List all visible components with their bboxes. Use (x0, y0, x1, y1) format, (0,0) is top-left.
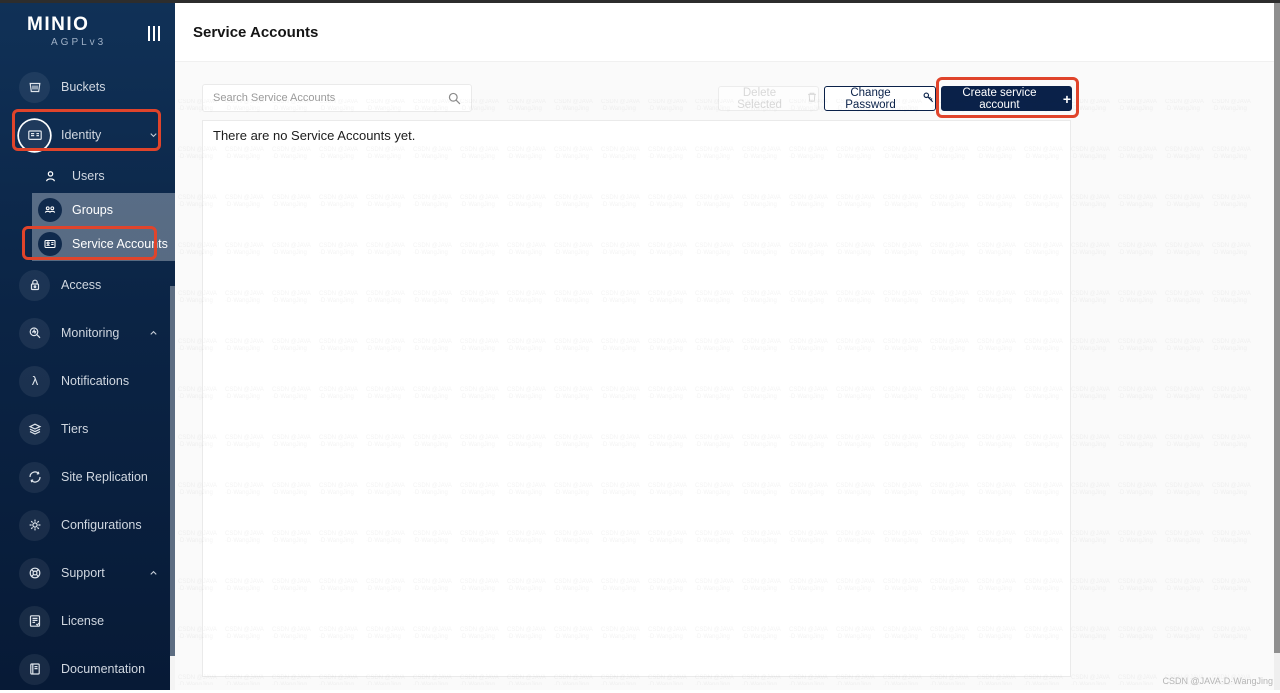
chevron-up-icon (148, 328, 159, 339)
sidebar-scrollbar-thumb[interactable] (170, 286, 175, 656)
sidebar-item-support[interactable]: Support (0, 549, 175, 597)
sidebar-item-tiers[interactable]: Tiers (0, 405, 175, 453)
sidebar-item-buckets[interactable]: Buckets (0, 63, 175, 111)
sidebar-item-label: Groups (72, 203, 113, 217)
sidebar-item-groups[interactable]: Groups (0, 193, 175, 227)
sidebar-nav: Buckets Identity Users Groups Service Ac… (0, 63, 175, 693)
tiers-layers-icon (19, 413, 50, 445)
license-certificate-icon (19, 605, 50, 637)
access-lock-icon (19, 269, 50, 301)
service-account-badge-icon (38, 232, 62, 256)
chevron-down-icon (148, 130, 159, 141)
sidebar-item-label: Tiers (61, 422, 89, 436)
search-input[interactable] (203, 85, 433, 111)
search-box (202, 84, 472, 112)
search-icon (447, 91, 462, 111)
page-scrollbar-track[interactable] (1274, 3, 1280, 690)
sidebar-item-label: Site Replication (61, 470, 148, 484)
sidebar-item-users[interactable]: Users (0, 159, 175, 193)
replication-arrows-icon (19, 461, 50, 493)
plus-icon: + (1062, 90, 1071, 107)
sidebar-item-label: Access (61, 278, 102, 292)
change-password-label: Change Password (845, 86, 896, 111)
page-scrollbar-thumb[interactable] (1274, 3, 1280, 653)
sidebar-item-identity[interactable]: Identity (0, 111, 175, 159)
collapse-menu-icon[interactable] (147, 26, 160, 41)
sidebar-item-label: License (61, 614, 105, 628)
sidebar-item-site-replication[interactable]: Site Replication (0, 453, 175, 501)
key-icon (922, 91, 935, 107)
sidebar-item-monitoring[interactable]: Monitoring (0, 309, 175, 357)
sidebar-scrollbar-track (170, 656, 175, 690)
sidebar-item-label: Identity (61, 128, 102, 142)
groups-icon (38, 198, 62, 222)
watermark-text: CSDN @JAVA·D·WangJing (1162, 676, 1274, 686)
sidebar: MINIO AGPLv3 Buckets Identity Users Grou… (0, 3, 175, 690)
sidebar-item-license[interactable]: License (0, 597, 175, 645)
sidebar-item-label: Users (72, 169, 105, 183)
identity-card-icon (19, 119, 50, 151)
sidebar-item-label: Service Accounts (72, 237, 168, 251)
empty-state-message: There are no Service Accounts yet. (213, 128, 416, 143)
create-service-account-label: Create service account (962, 86, 1037, 111)
chevron-up-icon (148, 568, 159, 579)
sidebar-item-notifications[interactable]: λ Notifications (0, 357, 175, 405)
minio-logo: MINIO (27, 14, 90, 35)
screenshot-top-border (0, 0, 1280, 3)
create-service-account-button[interactable]: Create service account + (941, 86, 1072, 111)
user-icon (38, 164, 62, 188)
sidebar-item-label: Notifications (61, 374, 130, 388)
sidebar-item-label: Monitoring (61, 326, 120, 340)
delete-selected-label: Delete Selected (737, 86, 782, 111)
page-title: Service Accounts (193, 24, 319, 41)
sidebar-logo-block: MINIO AGPLv3 (0, 3, 175, 63)
monitoring-icon (19, 317, 50, 349)
trash-icon (806, 91, 818, 106)
lambda-icon: λ (19, 365, 50, 397)
sidebar-item-label: Support (61, 566, 105, 580)
delete-selected-button[interactable]: Delete Selected (718, 86, 819, 111)
bucket-icon (19, 71, 50, 103)
sidebar-item-access[interactable]: Access (0, 261, 175, 309)
svg-text:λ: λ (31, 374, 38, 388)
sidebar-item-documentation[interactable]: Documentation (0, 645, 175, 693)
book-icon (19, 653, 50, 685)
sidebar-item-configurations[interactable]: Configurations (0, 501, 175, 549)
gear-icon (19, 509, 50, 541)
page-header: Service Accounts (175, 3, 1280, 62)
change-password-button[interactable]: Change Password (824, 86, 936, 111)
license-tag: AGPLv3 (51, 37, 107, 48)
lifebuoy-icon (19, 557, 50, 589)
service-accounts-panel: There are no Service Accounts yet. (202, 120, 1071, 677)
sidebar-item-label: Buckets (61, 80, 106, 94)
sidebar-item-label: Configurations (61, 518, 142, 532)
sidebar-item-service-accounts[interactable]: Service Accounts (0, 227, 175, 261)
main-area: Service Accounts Delete Selected Change … (175, 3, 1280, 690)
sidebar-item-label: Documentation (61, 662, 146, 676)
